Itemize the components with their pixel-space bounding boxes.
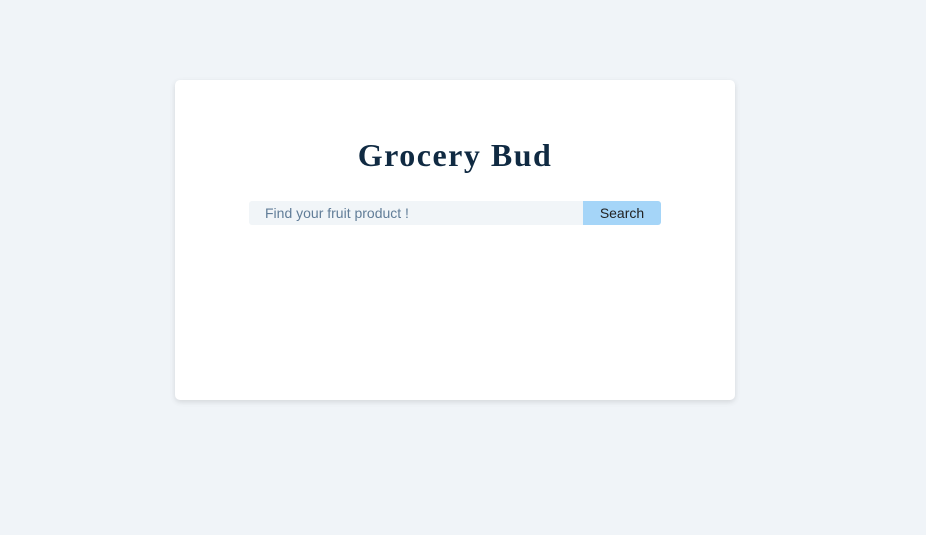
- grocery-card: Grocery Bud Search: [175, 80, 735, 400]
- search-form: Search: [249, 201, 661, 225]
- search-input[interactable]: [249, 201, 583, 225]
- search-button[interactable]: Search: [583, 201, 661, 225]
- page-title: Grocery Bud: [357, 137, 553, 173]
